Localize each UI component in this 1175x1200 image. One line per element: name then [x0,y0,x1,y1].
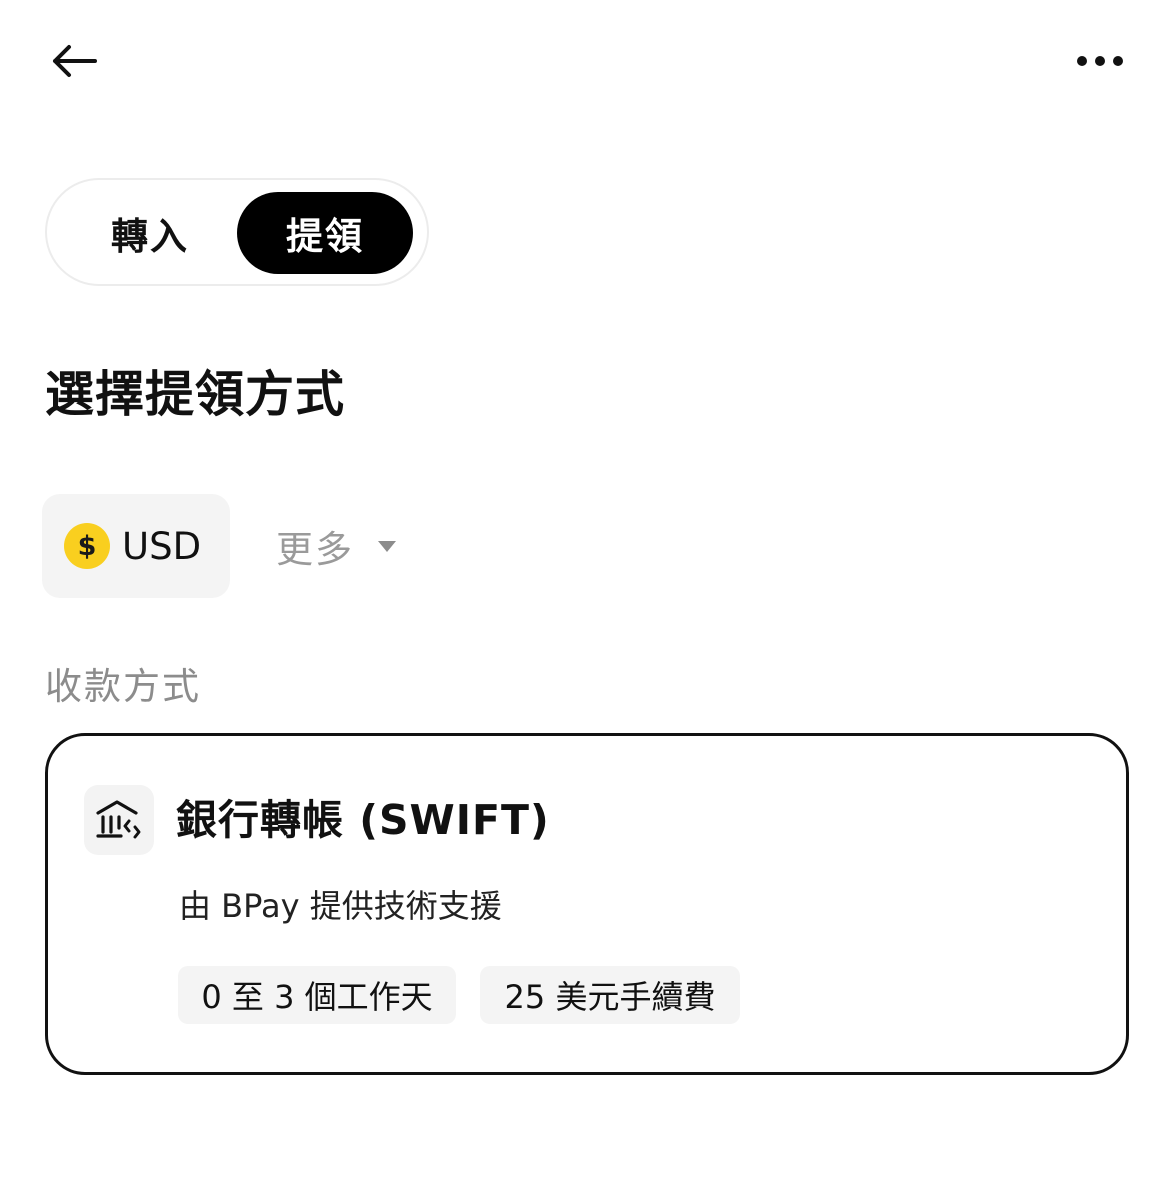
back-button[interactable] [44,36,104,86]
section-label-payment-method: 收款方式 [45,665,201,708]
more-currencies-dropdown[interactable]: 更多 [276,516,396,576]
payment-method-card-swift[interactable]: 銀行轉帳 (SWIFT) 由 BPay 提供技術支援 0 至 3 個工作天 25… [45,733,1129,1075]
bank-transfer-icon [84,785,154,855]
method-provider-text: 由 BPay 提供技術支援 [179,887,502,925]
arrow-left-icon [53,45,97,77]
currency-chip-usd[interactable]: $ USD [42,494,230,598]
page-title: 選擇提領方式 [45,366,346,423]
method-name: 銀行轉帳 (SWIFT) [176,796,550,844]
dollar-coin-icon: $ [64,523,110,569]
more-currencies-label: 更多 [276,528,354,571]
tab-withdraw[interactable]: 提領 [237,192,413,274]
fee-tag: 25 美元手續費 [480,966,740,1024]
transfer-type-toggle: 轉入 提領 [45,178,429,286]
caret-down-icon [378,540,396,552]
more-horizontal-icon [1077,56,1123,66]
tab-deposit[interactable]: 轉入 [65,192,235,274]
more-options-button[interactable] [1064,36,1136,86]
currency-code: USD [122,524,202,568]
processing-time-tag: 0 至 3 個工作天 [178,966,456,1024]
